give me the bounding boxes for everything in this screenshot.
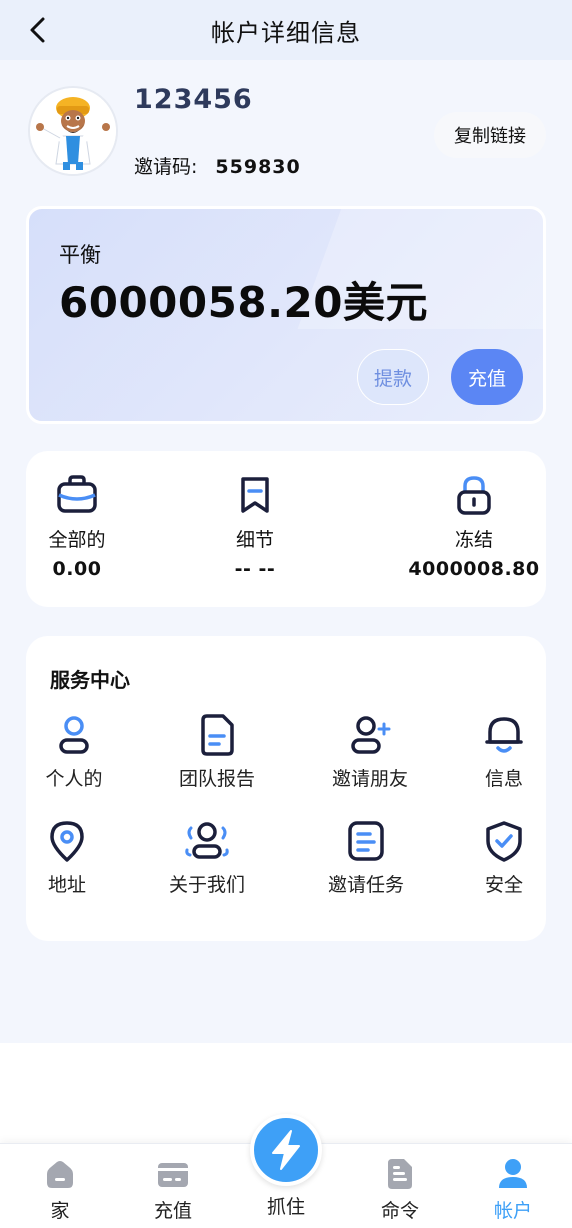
service-invite-friends[interactable]: 邀请朋友 — [305, 714, 435, 791]
service-personal-label: 个人的 — [45, 768, 103, 790]
lightning-icon — [272, 1130, 300, 1170]
back-button[interactable] — [22, 14, 54, 46]
nav-account[interactable]: 帐户 — [473, 1158, 553, 1223]
card-icon — [158, 1163, 188, 1187]
stat-total-value: 0.00 — [52, 558, 102, 580]
service-center-title: 服务中心 — [50, 668, 130, 692]
withdraw-button[interactable]: 提款 — [357, 349, 429, 405]
invite-code-value: 559830 — [215, 156, 301, 178]
balance-card: 平衡 6000058.20美元 提款 充值 — [26, 206, 546, 424]
service-security[interactable]: 安全 — [439, 820, 569, 897]
nav-recharge-label: 充值 — [153, 1200, 192, 1222]
nav-home[interactable]: 家 — [20, 1158, 100, 1223]
service-team-report-label: 团队报告 — [178, 768, 255, 790]
service-address-label: 地址 — [47, 874, 86, 896]
group-icon — [185, 822, 229, 859]
briefcase-icon — [57, 475, 97, 513]
stat-details-label: 细节 — [235, 529, 274, 551]
nav-home-label: 家 — [50, 1200, 70, 1222]
service-center-card: 服务中心 个人的 团队报告 邀请朋友 信息 地址 关于我们 邀请任务 安全 — [26, 636, 546, 941]
recharge-button[interactable]: 充值 — [451, 349, 523, 405]
service-address[interactable]: 地址 — [2, 820, 132, 897]
stat-frozen-value: 4000008.80 — [408, 558, 540, 580]
balance-label: 平衡 — [59, 243, 101, 267]
service-messages-label: 信息 — [484, 768, 523, 790]
stat-total-label: 全部的 — [48, 529, 106, 551]
chevron-left-icon — [30, 17, 45, 43]
home-icon — [47, 1161, 73, 1188]
stat-frozen[interactable]: 冻结 4000008.80 — [408, 475, 540, 580]
shield-check-icon — [486, 821, 522, 862]
top-header: 帐户详细信息 — [0, 0, 572, 60]
location-pin-icon — [50, 821, 84, 862]
copy-link-button[interactable]: 复制链接 — [434, 112, 546, 158]
nav-orders[interactable]: 命令 — [360, 1158, 440, 1223]
avatar — [28, 86, 118, 176]
service-about-us-label: 关于我们 — [168, 874, 245, 896]
stat-total[interactable]: 全部的 0.00 — [34, 475, 120, 580]
stat-details[interactable]: 细节 -- -- — [212, 475, 298, 580]
document-icon — [201, 714, 234, 756]
service-about-us[interactable]: 关于我们 — [142, 820, 272, 897]
add-user-icon — [351, 716, 391, 754]
nav-account-label: 帐户 — [493, 1200, 532, 1222]
bookmark-icon — [241, 477, 269, 513]
bell-icon — [485, 717, 523, 753]
user-id: 123456 — [134, 84, 253, 115]
user-icon — [59, 716, 89, 754]
service-security-label: 安全 — [484, 874, 523, 896]
service-invite-tasks[interactable]: 邀请任务 — [301, 820, 431, 897]
invite-code-row: 邀请码: 559830 — [134, 152, 301, 179]
account-icon — [499, 1159, 527, 1188]
page-title: 帐户详细信息 — [211, 18, 361, 47]
order-file-icon — [388, 1159, 412, 1189]
service-personal[interactable]: 个人的 — [9, 714, 139, 791]
cartoon-character-icon — [30, 88, 116, 174]
stats-card: 全部的 0.00 细节 -- -- 冻结 4000008.80 — [26, 451, 546, 607]
service-team-report[interactable]: 团队报告 — [152, 714, 282, 791]
service-invite-friends-label: 邀请朋友 — [331, 768, 408, 790]
nav-orders-label: 命令 — [380, 1200, 419, 1222]
stat-frozen-label: 冻结 — [454, 529, 493, 551]
balance-amount: 6000058.20美元 — [59, 278, 428, 327]
service-messages[interactable]: 信息 — [439, 714, 569, 791]
nav-grab-label: 抓住 — [266, 1196, 305, 1218]
invite-code-label: 邀请码: — [134, 156, 198, 178]
task-list-icon — [348, 821, 384, 861]
service-invite-tasks-label: 邀请任务 — [327, 874, 404, 896]
nav-recharge[interactable]: 充值 — [133, 1158, 213, 1223]
stat-details-value: -- -- — [234, 558, 276, 580]
lock-icon — [457, 476, 491, 515]
nav-grab-button[interactable] — [250, 1114, 322, 1186]
